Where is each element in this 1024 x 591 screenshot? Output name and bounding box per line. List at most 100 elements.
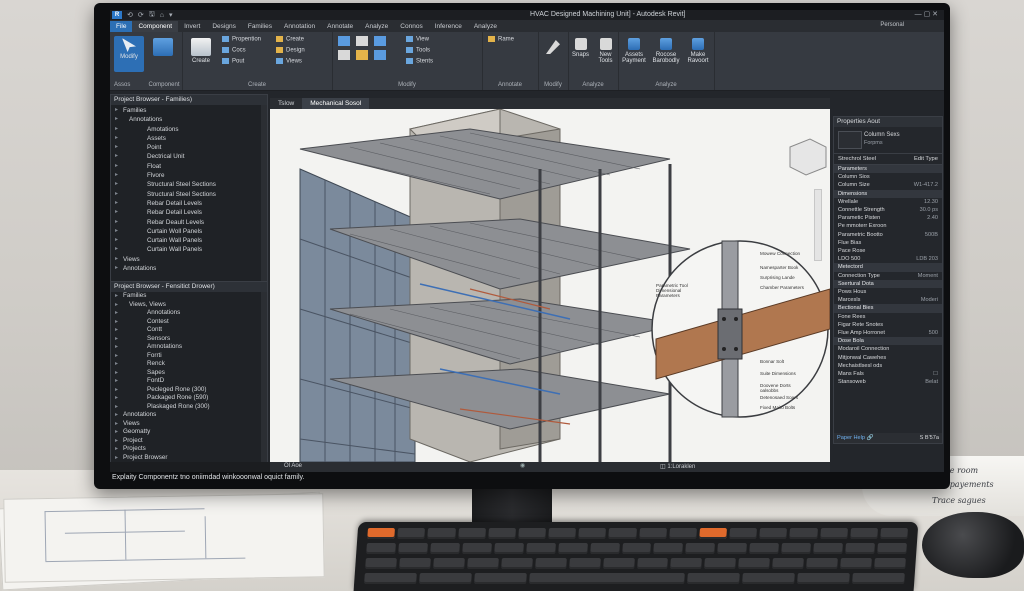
- tree-item[interactable]: Contt: [115, 326, 267, 335]
- tree-item[interactable]: Flvore: [115, 171, 267, 181]
- tree-item[interactable]: Dectrical Unit: [115, 152, 267, 162]
- property-section[interactable]: Ssertural Dota: [834, 279, 942, 289]
- pout-button[interactable]: Pout: [222, 58, 244, 65]
- property-value[interactable]: 500B: [925, 231, 938, 239]
- rotate-icon[interactable]: [374, 50, 386, 60]
- tree-item[interactable]: Views: [115, 420, 267, 429]
- category-dropdown[interactable]: Strechrol Steel: [838, 156, 876, 162]
- tree-item[interactable]: Sapes: [115, 369, 267, 378]
- tree-item[interactable]: Rebar Detail Levels: [115, 208, 267, 218]
- tree-item[interactable]: Forrti: [115, 352, 267, 361]
- tab-invert[interactable]: Invert: [178, 21, 206, 32]
- property-row[interactable]: Column Sios: [834, 173, 942, 181]
- design-button[interactable]: Design: [276, 47, 305, 54]
- tree-item[interactable]: Annotations: [115, 115, 267, 125]
- views-button[interactable]: Views: [276, 58, 302, 65]
- property-row[interactable]: Mitjonwal Cawehes: [834, 354, 942, 362]
- stents-button[interactable]: Stents: [406, 58, 433, 65]
- tree-item[interactable]: Point: [115, 143, 267, 153]
- property-row[interactable]: Connection Type Moment: [834, 272, 942, 280]
- edit-type-button[interactable]: Edit Type: [914, 156, 938, 162]
- tree-item[interactable]: Curtain Wall Panels: [115, 236, 267, 246]
- tree-item[interactable]: Geomatty: [115, 428, 267, 437]
- tab-view-3d[interactable]: Tslow: [270, 98, 302, 109]
- type-selector[interactable]: Column Sexs Forpms: [834, 127, 942, 154]
- redo-icon[interactable]: ⟳: [138, 11, 144, 19]
- tab-inference[interactable]: Inference: [429, 21, 468, 32]
- dropdown-icon[interactable]: ▾: [169, 11, 173, 19]
- tree-item[interactable]: Rebar Deault Levels: [115, 218, 267, 228]
- property-row[interactable]: Wrellale 12.30: [834, 198, 942, 206]
- property-row[interactable]: Column Size W1-417.2: [834, 181, 942, 189]
- tree-item[interactable]: Curtain Woll Panels: [115, 227, 267, 237]
- property-row[interactable]: Pe mmoterr Exroon: [834, 222, 942, 230]
- tab-analyze[interactable]: Analyze: [359, 21, 394, 32]
- tab-component[interactable]: Component: [132, 21, 179, 32]
- property-value[interactable]: W1-417.2: [914, 181, 938, 189]
- property-row[interactable]: Fone Rees: [834, 313, 942, 321]
- property-row[interactable]: LDO 500 LDB 203: [834, 255, 942, 263]
- property-value[interactable]: Belat: [925, 378, 938, 386]
- user-account[interactable]: Personal: [880, 22, 904, 28]
- mirror-icon[interactable]: [374, 36, 386, 46]
- property-row[interactable]: Flue Bias: [834, 239, 942, 247]
- property-row[interactable]: Mans Fals ☐: [834, 370, 942, 378]
- tree-item[interactable]: Structural Steel Sections: [115, 180, 267, 190]
- component-button[interactable]: [148, 36, 178, 70]
- tree-item[interactable]: Annotations: [115, 309, 267, 318]
- tree-item[interactable]: Amotations: [115, 125, 267, 135]
- tree-item[interactable]: FontD: [115, 377, 267, 386]
- view-detail-level[interactable]: ◫ 1:Loraklen: [660, 463, 695, 470]
- tree-item[interactable]: Plaskaged Rone (300): [115, 403, 267, 412]
- tree-item[interactable]: Families: [115, 292, 267, 301]
- undo-icon[interactable]: ⟲: [127, 11, 133, 19]
- property-row[interactable]: Modaroil Connection: [834, 345, 942, 353]
- tree-item[interactable]: Sensors: [115, 335, 267, 344]
- tab-view-mechanical[interactable]: Mechanical Sosol: [302, 98, 370, 109]
- view-button[interactable]: View: [406, 36, 429, 43]
- property-row[interactable]: Pows Hous: [834, 288, 942, 296]
- tree-item[interactable]: Annotations: [115, 264, 267, 274]
- modify-button[interactable]: Modify: [114, 36, 144, 72]
- new-tools-button[interactable]: New Tools: [593, 36, 618, 70]
- create-big-button[interactable]: Create: [186, 36, 216, 70]
- tree-item[interactable]: Families: [115, 106, 267, 116]
- property-value[interactable]: ☐: [933, 370, 938, 378]
- property-row[interactable]: Stansoweb Belat: [834, 378, 942, 386]
- tree-item[interactable]: Views: [115, 255, 267, 265]
- tab-analyze-2[interactable]: Analyze: [468, 21, 503, 32]
- propention-button[interactable]: Propention: [222, 36, 261, 43]
- rame-button[interactable]: Rame: [488, 36, 514, 43]
- tree-item[interactable]: Pecleged Rone (300): [115, 386, 267, 395]
- tab-designs[interactable]: Designs: [206, 21, 241, 32]
- align-icon[interactable]: [338, 36, 350, 46]
- tab-connos[interactable]: Connos: [394, 21, 428, 32]
- tools-button[interactable]: Tools: [406, 47, 430, 54]
- assets-payment-button[interactable]: Assets Payment: [618, 36, 650, 70]
- property-value[interactable]: 30.0 ps: [920, 206, 938, 214]
- tree-item[interactable]: Assets: [115, 134, 267, 144]
- tree-item[interactable]: Views, Views: [115, 301, 267, 310]
- home-icon[interactable]: ⌂: [160, 12, 164, 19]
- property-section[interactable]: Metectord: [834, 263, 942, 272]
- tab-families[interactable]: Families: [242, 21, 278, 32]
- snaps-button[interactable]: Snaps: [568, 36, 593, 70]
- create-small-button[interactable]: Create: [276, 36, 304, 43]
- tree-item[interactable]: Contest: [115, 318, 267, 327]
- cocs-button[interactable]: Cocs: [222, 47, 246, 54]
- move-icon[interactable]: [338, 50, 350, 60]
- tree-item[interactable]: Project Browser: [115, 454, 267, 463]
- rocose-button[interactable]: Rocose Barobodly: [650, 36, 682, 70]
- make-ravoort-button[interactable]: Make Ravoort: [682, 36, 714, 70]
- property-row[interactable]: Flue Amp Horronet 500: [834, 329, 942, 337]
- property-section[interactable]: Dimensions: [834, 189, 942, 198]
- property-section[interactable]: Parameters: [834, 165, 942, 174]
- properties-apply[interactable]: S B'57a: [920, 433, 939, 443]
- tree-item[interactable]: Rebar Detail Levels: [115, 199, 267, 209]
- tab-annotate[interactable]: Annotate: [321, 21, 359, 32]
- property-value[interactable]: 500: [929, 329, 938, 337]
- property-value[interactable]: LDB 203: [916, 255, 938, 263]
- tree-item[interactable]: Renck: [115, 360, 267, 369]
- properties-help-link[interactable]: Paper Help 🔗: [837, 433, 874, 443]
- navigation-bar[interactable]: [814, 189, 822, 261]
